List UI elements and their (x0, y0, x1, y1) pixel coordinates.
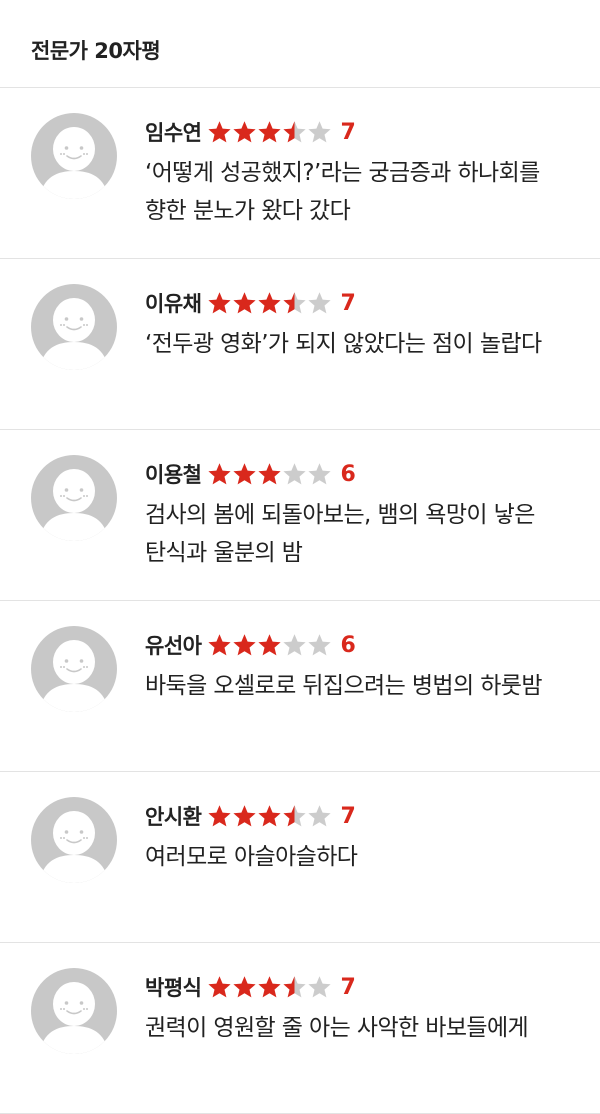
star-icon (307, 120, 332, 144)
section-title: 전문가 20자평 (31, 39, 161, 63)
review-item: 이유채 7 ‘전두광 영화’가 되지 않았다는 점이 놀랍다 (0, 259, 600, 430)
star-rating (207, 462, 332, 486)
avatar-icon (31, 797, 117, 883)
avatar-icon (31, 284, 117, 370)
star-icon (282, 291, 307, 315)
star-icon (257, 120, 282, 144)
star-icon (257, 633, 282, 657)
reviewer-name[interactable]: 박평식 (145, 972, 202, 1002)
star-icon (232, 633, 257, 657)
star-icon (257, 291, 282, 315)
avatar-icon (31, 455, 117, 541)
star-icon (307, 462, 332, 486)
score-value: 7 (340, 119, 356, 145)
reviewer-name[interactable]: 이유채 (145, 288, 202, 318)
score-value: 7 (340, 290, 356, 316)
review-header: 유선아 6 (145, 629, 356, 661)
review-header: 박평식 7 (145, 971, 356, 1003)
star-icon (207, 975, 232, 999)
star-icon (307, 804, 332, 828)
star-icon (282, 804, 307, 828)
star-icon (282, 975, 307, 999)
score-value: 7 (340, 974, 356, 1000)
star-icon (307, 291, 332, 315)
star-icon (307, 975, 332, 999)
star-icon (282, 120, 307, 144)
star-rating (207, 804, 332, 828)
avatar-icon (31, 968, 117, 1054)
star-icon (257, 462, 282, 486)
star-rating (207, 975, 332, 999)
review-comment: ‘전두광 영화’가 되지 않았다는 점이 놀랍다 (145, 331, 542, 357)
avatar-icon (31, 626, 117, 712)
review-header: 임수연 7 (145, 116, 356, 148)
review-item: 안시환 7 여러모로 아슬아슬하다 (0, 772, 600, 943)
star-icon (232, 462, 257, 486)
review-item: 임수연 7 ‘어떻게 성공했지?’라는 궁금증과 하나회를 향한 분노가 왔다 … (0, 88, 600, 259)
star-icon (207, 462, 232, 486)
avatar-icon (31, 113, 117, 199)
review-item: 이용철 6 검사의 봄에 되돌아보는, 뱀의 욕망이 낳은 탄식과 울분의 밤 (0, 430, 600, 601)
star-icon (207, 291, 232, 315)
star-icon (282, 462, 307, 486)
review-header: 이유채 7 (145, 287, 356, 319)
star-icon (232, 804, 257, 828)
star-rating (207, 120, 332, 144)
score-value: 6 (340, 632, 356, 658)
star-icon (257, 975, 282, 999)
star-icon (232, 120, 257, 144)
star-icon (207, 804, 232, 828)
reviewer-name[interactable]: 안시환 (145, 801, 202, 831)
star-icon (207, 120, 232, 144)
score-value: 6 (340, 461, 356, 487)
review-comment: 바둑을 오셀로로 뒤집으려는 병법의 하룻밤 (145, 673, 543, 699)
star-rating (207, 633, 332, 657)
review-comment: 검사의 봄에 되돌아보는, 뱀의 욕망이 낳은 탄식과 울분의 밤 (145, 502, 535, 566)
star-icon (232, 291, 257, 315)
review-item: 박평식 7 권력이 영원할 줄 아는 사악한 바보들에게 (0, 943, 600, 1114)
reviewer-name[interactable]: 임수연 (145, 117, 202, 147)
star-icon (282, 633, 307, 657)
reviewer-name[interactable]: 유선아 (145, 630, 202, 660)
star-icon (257, 804, 282, 828)
review-comment: 권력이 영원할 줄 아는 사악한 바보들에게 (145, 1015, 529, 1041)
review-item: 유선아 6 바둑을 오셀로로 뒤집으려는 병법의 하룻밤 (0, 601, 600, 772)
star-icon (207, 633, 232, 657)
star-icon (307, 633, 332, 657)
review-header: 이용철 6 (145, 458, 356, 490)
reviewer-name[interactable]: 이용철 (145, 459, 202, 489)
review-comment: ‘어떻게 성공했지?’라는 궁금증과 하나회를 향한 분노가 왔다 갔다 (145, 160, 540, 224)
review-comment: 여러모로 아슬아슬하다 (145, 844, 358, 870)
star-icon (232, 975, 257, 999)
review-header: 안시환 7 (145, 800, 356, 832)
section-header: 전문가 20자평 (0, 0, 600, 88)
review-list: 임수연 7 ‘어떻게 성공했지?’라는 궁금증과 하나회를 향한 분노가 왔다 … (0, 88, 600, 1114)
star-rating (207, 291, 332, 315)
score-value: 7 (340, 803, 356, 829)
